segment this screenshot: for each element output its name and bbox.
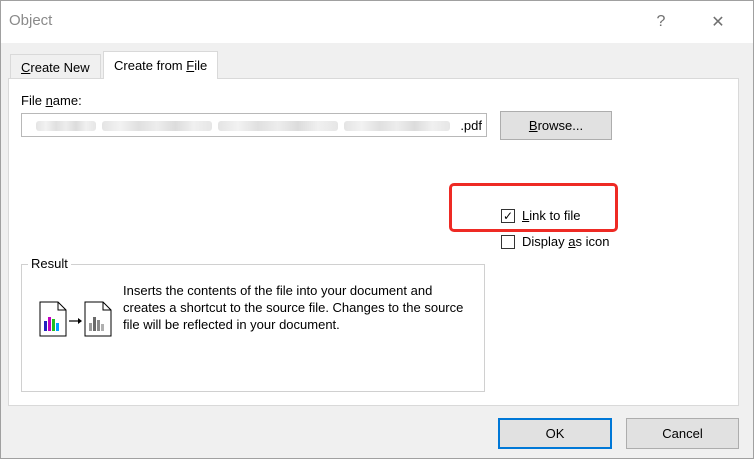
file-name-input[interactable]: .pdf bbox=[21, 113, 487, 137]
redacted-text bbox=[344, 121, 450, 131]
link-to-file-label: Link to file bbox=[522, 208, 581, 223]
tab-create-from-file-label-rest: ile bbox=[194, 58, 208, 73]
dialog-title: Object bbox=[9, 12, 53, 29]
result-legend: Result bbox=[28, 256, 71, 271]
cancel-button[interactable]: Cancel bbox=[626, 418, 739, 449]
tab-create-from-file-accel: F bbox=[186, 58, 195, 73]
result-group: Result Inserts the contents of the file … bbox=[21, 256, 485, 392]
result-description: Inserts the contents of the file into yo… bbox=[123, 283, 464, 332]
tab-create-from-file-label: Create from bbox=[114, 58, 187, 73]
tab-panel-create-from-file: File name: .pdf Browse... ✓ Link to file… bbox=[8, 78, 739, 406]
close-button[interactable]: ✕ bbox=[704, 9, 732, 35]
redacted-text bbox=[218, 121, 338, 131]
redacted-text bbox=[102, 121, 212, 131]
display-as-icon-option[interactable]: Display as icon bbox=[501, 234, 609, 249]
close-icon: ✕ bbox=[711, 14, 725, 31]
title-bar: Object ? ✕ bbox=[1, 1, 753, 43]
file-name-label: File name: bbox=[21, 93, 82, 108]
tab-create-from-file[interactable]: Create from File bbox=[103, 51, 219, 79]
link-to-file-checkbox[interactable]: ✓ bbox=[501, 208, 515, 223]
ok-button[interactable]: OK bbox=[498, 418, 612, 449]
browse-button[interactable]: Browse... bbox=[500, 111, 612, 140]
tab-create-new-label: reate New bbox=[30, 60, 90, 75]
help-icon: ? bbox=[656, 13, 666, 30]
display-as-icon-checkbox[interactable] bbox=[501, 234, 515, 249]
checkmark-icon: ✓ bbox=[502, 208, 514, 223]
object-dialog: Object ? ✕ Create New Create from File F… bbox=[0, 0, 754, 459]
redacted-text bbox=[36, 121, 96, 131]
help-button[interactable]: ? bbox=[647, 9, 675, 35]
tab-create-new-accel: C bbox=[21, 60, 31, 75]
display-as-icon-label: Display as icon bbox=[522, 234, 610, 249]
file-name-value: .pdf bbox=[460, 118, 482, 133]
link-to-file-option[interactable]: ✓ Link to file bbox=[501, 208, 581, 223]
linked-document-icon bbox=[39, 301, 112, 337]
tab-create-new[interactable]: Create New bbox=[10, 54, 101, 78]
